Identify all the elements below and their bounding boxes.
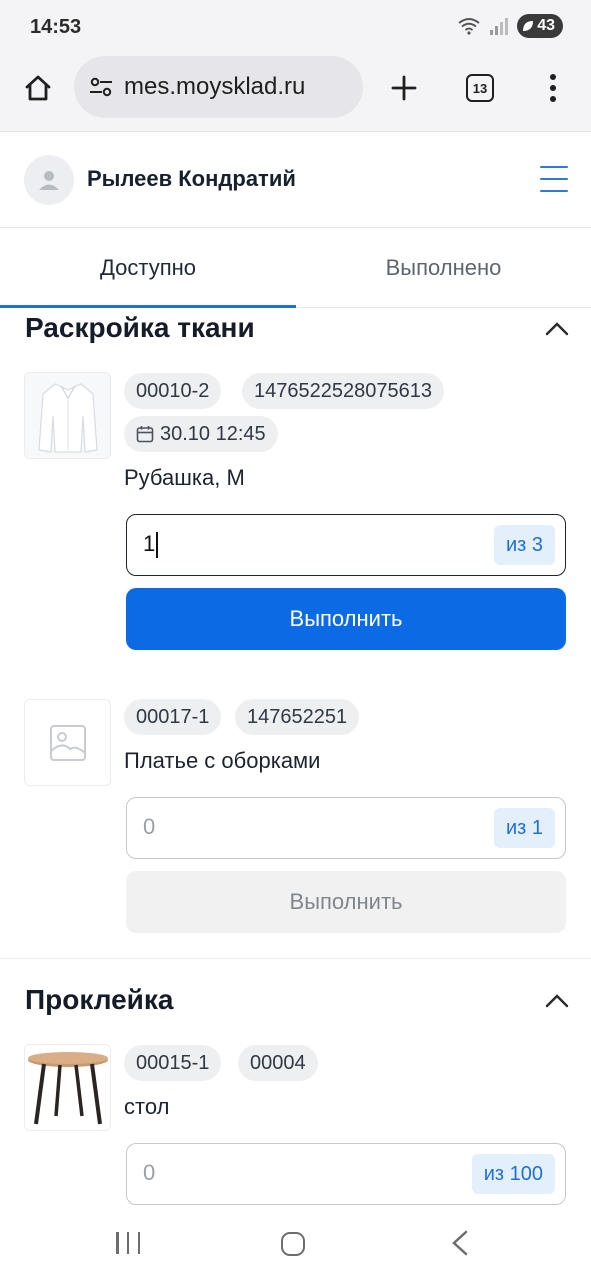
barcode-chip: 00004: [238, 1045, 318, 1081]
plus-icon: [391, 75, 417, 101]
wifi-icon: [458, 18, 480, 35]
address-bar[interactable]: mes.moysklad.ru: [74, 56, 363, 118]
menu-line: [540, 190, 568, 192]
product-name: стол: [124, 1094, 170, 1119]
home-nav-button[interactable]: [281, 1232, 305, 1256]
tab-switcher-button[interactable]: 13: [466, 74, 494, 102]
product-thumbnail: [24, 372, 111, 459]
calendar-icon: [136, 426, 154, 443]
user-name: Рылеев Кондратий: [87, 166, 296, 191]
article-chip: 00017-1: [124, 699, 222, 735]
quantity-value: 0: [143, 1160, 156, 1185]
new-tab-button[interactable]: [384, 68, 424, 108]
article-chip: 00015-1: [124, 1045, 222, 1081]
hamburger-menu-button[interactable]: [540, 166, 568, 192]
battery-indicator: 43: [517, 14, 563, 38]
complete-button[interactable]: Выполнить: [126, 871, 566, 933]
quantity-value: 0: [143, 814, 156, 839]
user-icon: [39, 171, 59, 190]
avatar[interactable]: [24, 155, 74, 205]
product-thumbnail: [24, 699, 111, 786]
section-title: Проклейка: [25, 984, 174, 1015]
menu-line: [540, 166, 568, 168]
article-chip: 00010-2: [124, 373, 222, 409]
leaf-icon: [523, 21, 534, 31]
tab-bar: Доступно Выполнено: [0, 228, 591, 308]
table-image: [27, 1051, 108, 1124]
text-caret: [156, 532, 159, 559]
signal-icon: [490, 18, 509, 35]
tab-done[interactable]: Выполнено: [296, 228, 591, 308]
quantity-value: 1: [143, 531, 159, 559]
status-icons: 43: [457, 14, 563, 38]
product-name: Платье с оборками: [124, 748, 321, 773]
quantity-input[interactable]: 0 из 100: [126, 1143, 566, 1205]
quantity-total: из 100: [471, 1154, 555, 1194]
barcode-chip: 1476522528075613: [242, 373, 444, 409]
recent-apps-button[interactable]: [116, 1232, 140, 1256]
browser-menu-button[interactable]: [538, 68, 568, 108]
quantity-input[interactable]: 0 из 1: [126, 797, 566, 859]
barcode-chip: 147652251: [235, 699, 360, 735]
section-title: Раскройка ткани: [25, 312, 255, 343]
date-chip: 30.10 12:45: [124, 416, 278, 452]
chevron-up-icon[interactable]: [544, 320, 570, 338]
tab-available[interactable]: Доступно: [0, 228, 296, 308]
active-tab-indicator: [0, 305, 296, 308]
home-icon: [25, 75, 51, 101]
section-divider: [0, 958, 591, 959]
complete-button[interactable]: Выполнить: [126, 588, 566, 650]
more-vert-icon: [550, 74, 556, 102]
product-thumbnail: [24, 1044, 111, 1131]
chevron-up-icon[interactable]: [544, 992, 570, 1010]
quantity-input[interactable]: 1 из 3: [126, 514, 566, 576]
recent-line: [137, 1232, 140, 1254]
shirt-image: [37, 382, 98, 453]
menu-line: [540, 178, 568, 180]
recent-line: [116, 1232, 119, 1254]
quantity-total: из 3: [493, 525, 555, 565]
recent-line: [126, 1232, 130, 1254]
product-name: Рубашка, М: [124, 465, 245, 490]
back-icon[interactable]: [448, 1228, 472, 1258]
browser-toolbar: mes.moysklad.ru 13: [0, 56, 591, 132]
site-settings-icon: [90, 77, 112, 97]
browser-home-button[interactable]: [18, 68, 58, 108]
image-placeholder-icon: [49, 724, 86, 761]
url-text: mes.moysklad.ru: [124, 73, 306, 100]
quantity-total: из 1: [493, 808, 555, 848]
battery-level: 43: [537, 17, 555, 34]
app-header: Рылеев Кондратий: [0, 132, 591, 228]
status-time: 14:53: [30, 16, 82, 38]
status-bar: 14:53 43: [0, 0, 591, 56]
system-nav-bar: [0, 1208, 591, 1280]
date-text: 30.10 12:45: [160, 422, 266, 445]
